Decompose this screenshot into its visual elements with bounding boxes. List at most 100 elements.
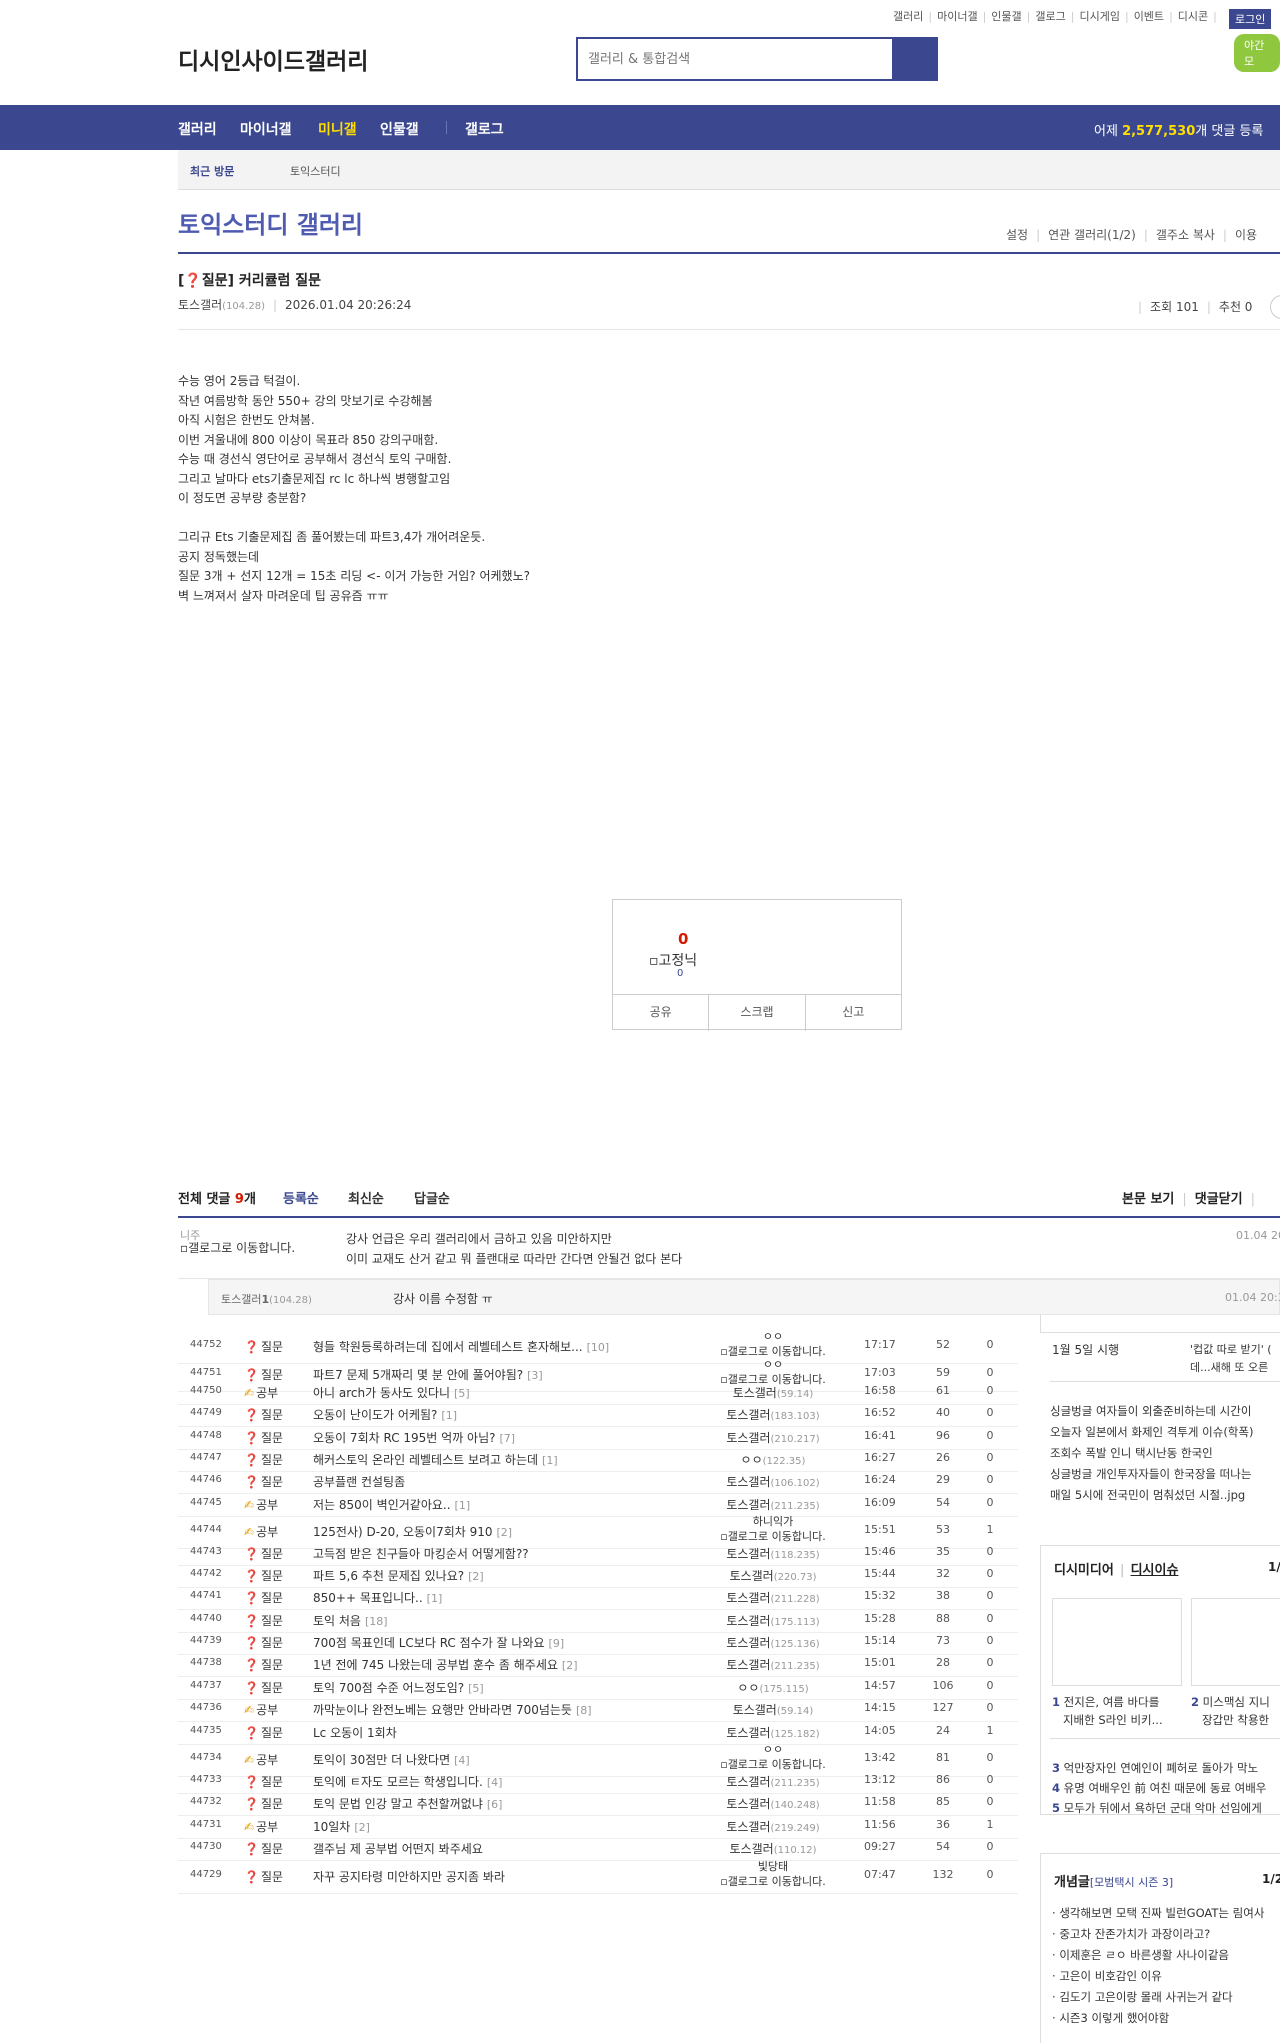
post-writer[interactable]: 토스갤러(211.235) [708,1773,838,1790]
sidebar-top-caption-2[interactable]: '컵값 따로 받기' (데...새해 또 오른 [1190,1341,1272,1377]
post-title-link[interactable]: 토익 처음 [18] [313,1612,388,1629]
post-title-link[interactable]: 해커스토익 온라인 레벨테스트 보려고 하는데 [1] [313,1451,558,1468]
media-list-item[interactable]: 5 모두가 뒤에서 욕하던 군대 악마 선임에게 [1052,1799,1262,1817]
post-writer[interactable]: 토스갤러(118.235) [708,1545,838,1562]
post-writer[interactable]: 토스갤러(211.235) [708,1656,838,1673]
concept-box-title[interactable]: 개념글[모범택시 시즌 3] [1054,1871,1173,1890]
post-title-link[interactable]: 125전사) D-20, 오동이7회차 910 [2] [313,1523,512,1540]
gallery-title[interactable]: 토익스터디 갤러리 [178,205,363,240]
view-post-link[interactable]: 본문 보기 [1122,1192,1174,1207]
post-writer[interactable]: 토스갤러(140.248) [708,1795,838,1812]
reply-count[interactable]: [2] [354,1821,370,1834]
post-writer[interactable]: 토스갤러(106.102) [708,1473,838,1490]
night-mode-button[interactable]: 야간 모 [1234,34,1280,72]
reply-count[interactable]: [1] [542,1454,558,1467]
list-row[interactable]: 44729 ❓ 질문 자꾸 공지타령 미안하지만 공지좀 봐라 빛당태 ▫갤로그로 이동합… [178,1857,1018,1894]
top-link[interactable]: 인물갤 [991,10,1021,23]
close-comments-link[interactable]: 댓글닫기 [1195,1192,1243,1207]
sidebar-headline[interactable]: 매일 5시에 전국민이 멈춰섰던 시절..jpg [1050,1487,1245,1503]
post-title-link[interactable]: Lc 오동이 1회차 [313,1724,401,1741]
reply-count[interactable]: [2] [562,1659,578,1672]
sidebar-headline[interactable]: 오늘자 일본에서 화제인 격투게 이슈(학폭) [1050,1424,1253,1440]
copy-url-link[interactable]: 갤주소 복사 [1156,228,1215,242]
post-writer[interactable]: 토스갤러(211.228) [708,1589,838,1606]
post-title-link[interactable]: 10일차 [2] [313,1818,370,1835]
reply-count[interactable]: [2] [468,1570,484,1583]
post-author[interactable]: 토스갤러 [178,298,222,312]
nav-item-gallery[interactable]: 갤러리 [178,119,217,139]
post-title-link[interactable]: 공부플랜 컨설팅좀 [313,1473,409,1490]
reply-count[interactable]: [2] [497,1526,513,1539]
post-writer[interactable]: ㅇㅇ(175.115) [708,1679,838,1696]
post-writer[interactable]: ㅇㅇ(122.35) [708,1451,838,1468]
reply-count[interactable]: [18] [365,1615,388,1628]
reply-count[interactable]: [1] [427,1592,443,1605]
recent-visit-item[interactable]: 토익스터디 [290,163,341,179]
post-title-link[interactable]: 1년 전에 745 나왔는데 공부법 훈수 좀 해주세요 [2] [313,1656,578,1673]
post-writer[interactable]: 토스갤러(125.136) [708,1634,838,1651]
comment-count-bubble[interactable] [1270,295,1280,319]
post-writer[interactable]: 토스갤러(59.14) [708,1701,838,1718]
share-button[interactable]: 공유 [613,995,710,1031]
reply-count[interactable]: [1] [441,1409,457,1422]
sidebar-headline[interactable]: 싱글벙글 여자들이 외출준비하는데 시간이 [1050,1403,1251,1419]
media-list-item[interactable]: 3 억만장자인 연예인이 폐허로 돌아가 막노 [1052,1759,1258,1777]
post-writer[interactable]: 토스갤러(219.249) [708,1818,838,1835]
sidebar-top-caption[interactable]: 1월 5일 시행 [1052,1341,1119,1358]
post-writer[interactable]: 토스갤러(211.235) [708,1496,838,1513]
concept-list-item[interactable]: · 시즌3 이렇게 했어야함 [1052,2010,1169,2026]
reply-count[interactable]: [5] [454,1387,470,1400]
post-title-link[interactable]: 오동이 난이도가 어케됨? [1] [313,1406,457,1423]
post-title-link[interactable]: 고득점 받은 친구들아 마킹순서 어떻게함?? [313,1545,533,1562]
sort-tab-replies[interactable]: 답글순 [414,1188,450,1207]
nav-item-person-gallery[interactable]: 인물갤 [380,119,419,139]
related-gallery-link[interactable]: 연관 갤러리(1/2) [1048,228,1136,242]
media-caption[interactable]: 2 미스맥심 지니 장갑만 착용한 [1191,1693,1270,1729]
post-writer[interactable]: 토스갤러(220.73) [708,1567,838,1584]
concept-list-item[interactable]: · 고은이 비호감인 이유 [1052,1968,1162,1984]
site-logo[interactable]: 디시인사이드갤러리 [178,42,368,76]
reply-count[interactable]: [1] [455,1499,471,1512]
issue-tab[interactable]: 디시이슈 [1131,1563,1179,1578]
post-writer[interactable]: 토스갤러(125.182) [708,1724,838,1741]
post-title-link[interactable]: 토익 700점 수준 어느정도임? [5] [313,1679,484,1696]
post-writer[interactable]: 토스갤러(175.113) [708,1612,838,1629]
post-writer[interactable]: 빛당태 ▫갤로그로 이동합니다. [708,1859,838,1889]
nav-item-minor-gallery[interactable]: 마이너갤 [240,119,292,139]
post-title-link[interactable]: 파트 5,6 추천 문제집 있나요? [2] [313,1567,484,1584]
top-link[interactable]: 갤러리 [893,10,923,23]
post-writer[interactable]: 토스갤러(183.103) [708,1406,838,1423]
reply-count[interactable]: [4] [454,1754,470,1767]
concept-list-item[interactable]: · 중고차 잔존가치가 과장이라고? [1052,1926,1210,1942]
post-title-link[interactable]: 까막눈이나 완전노베는 요행만 안바라면 700넘는듯 [8] [313,1701,592,1718]
sidebar-headline[interactable]: 조회수 폭발 인니 택시난동 한국인 [1050,1445,1213,1461]
post-writer[interactable]: 토스갤러(59.14) [708,1384,838,1401]
recommend-count[interactable]: 0 [678,930,688,948]
post-title-link[interactable]: 토익이 30점만 더 나왔다면 [4] [313,1751,470,1768]
reply-count[interactable]: [9] [549,1637,565,1650]
post-title-link[interactable]: 자꾸 공지타령 미안하지만 공지좀 봐라 [313,1868,509,1885]
login-button[interactable]: 로그인 [1229,9,1272,29]
sort-tab-latest[interactable]: 최신순 [348,1188,384,1207]
sidebar-headline[interactable]: 싱글벙글 개인투자자들이 한국장을 떠나는 [1050,1466,1251,1482]
post-title-link[interactable]: 토익에 ㅌ자도 모르는 학생입니다. [4] [313,1773,502,1790]
post-title-link[interactable]: 저는 850이 벽인거같아요.. [1] [313,1496,470,1513]
reply-count[interactable]: [8] [576,1704,592,1717]
reply-count[interactable]: [6] [487,1798,503,1811]
reply-count[interactable]: [7] [500,1432,516,1445]
usage-link[interactable]: 이용 [1235,228,1257,242]
post-title-link[interactable]: 아니 arch가 동사도 있다니 [5] [313,1384,470,1401]
post-title-link[interactable]: 토익 문법 인강 말고 추천할꺼없냐 [6] [313,1795,502,1812]
comment-nick[interactable]: 토스갤러1(104.28) [221,1291,312,1307]
post-title-link[interactable]: 오동이 7회차 RC 195번 억까 아님? [7] [313,1429,515,1446]
media-caption[interactable]: 1 전지은, 여름 바다를 지배한 S라인 비키... [1052,1693,1163,1729]
search-button[interactable] [892,39,936,79]
post-title-link[interactable]: 850++ 목표입니다.. [1] [313,1589,442,1606]
scrap-button[interactable]: 스크랩 [709,995,806,1031]
reply-count[interactable]: [4] [487,1776,503,1789]
post-title-link[interactable]: 형들 학원등록하려는데 집에서 레벨테스트 혼자해보... [10] [313,1338,609,1355]
search-input[interactable] [586,45,870,73]
settings-link[interactable]: 설정 [1006,228,1028,242]
report-button[interactable]: 신고 [806,995,901,1031]
media-thumbnail[interactable] [1052,1598,1182,1686]
